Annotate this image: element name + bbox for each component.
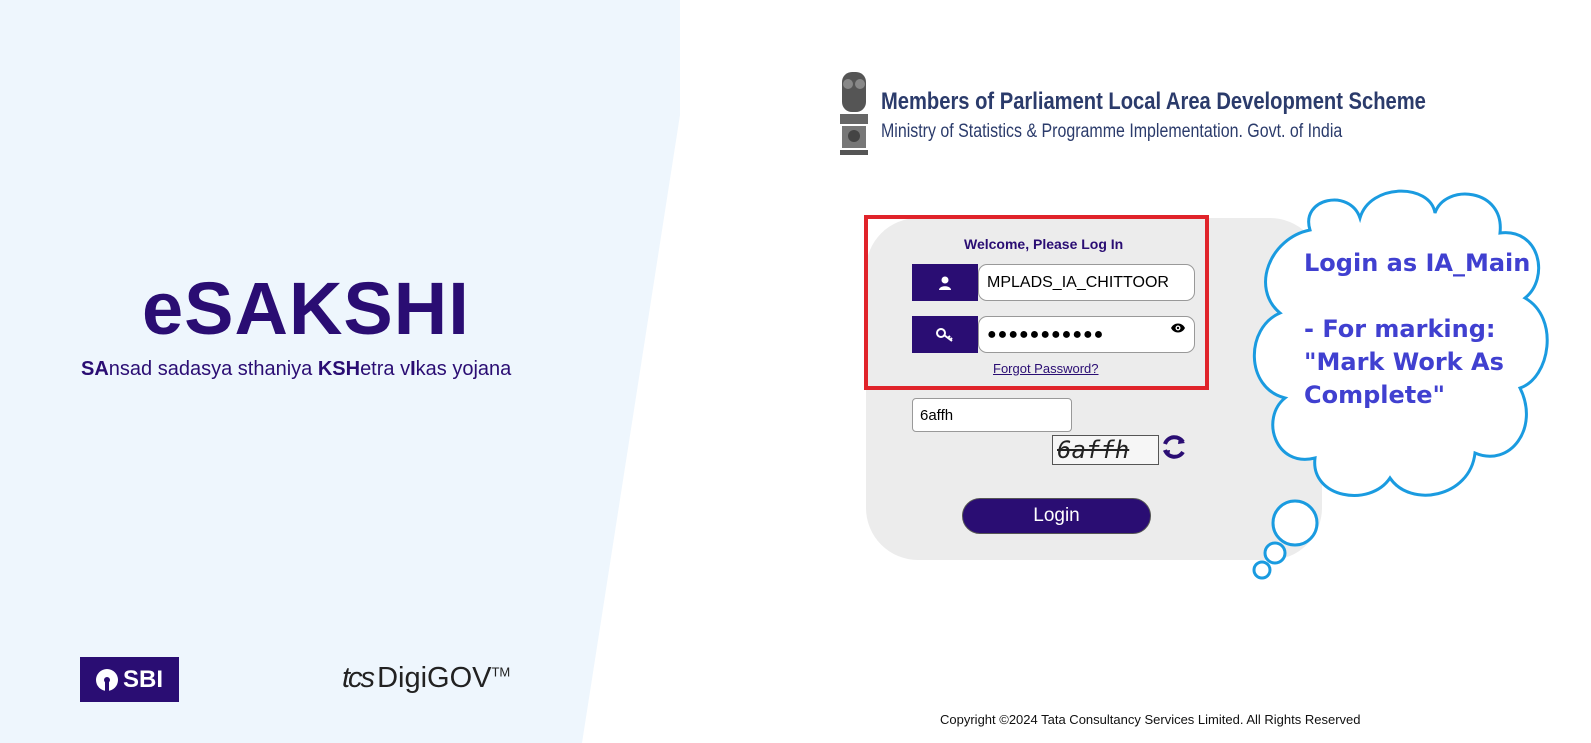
sbi-mark-icon: [95, 668, 118, 691]
ministry-title: Ministry of Statistics & Programme Imple…: [881, 121, 1343, 142]
annotation-note: Login as IA_Main - For marking: "Mark Wo…: [1304, 249, 1531, 409]
captcha-image: 6affh: [1052, 435, 1159, 465]
login-button[interactable]: Login: [962, 498, 1151, 534]
national-emblem-icon: [840, 72, 868, 155]
brand-subtitle: SAnsad sadasya sthaniya KSHetra vIkas yo…: [81, 358, 512, 380]
scheme-title: Members of Parliament Local Area Develop…: [881, 88, 1426, 115]
refresh-icon[interactable]: [1159, 432, 1189, 462]
tcs-digigov-logo: tcs DigiGOVTM: [342, 662, 511, 694]
copyright-footer: Copyright ©2024 Tata Consultancy Service…: [940, 712, 1361, 727]
captcha-input[interactable]: 6affh: [912, 398, 1072, 432]
annotation-highlight-box: [864, 215, 1209, 390]
sbi-logo: SBI: [80, 657, 179, 702]
brand-title: eSAKSHI: [142, 267, 470, 350]
